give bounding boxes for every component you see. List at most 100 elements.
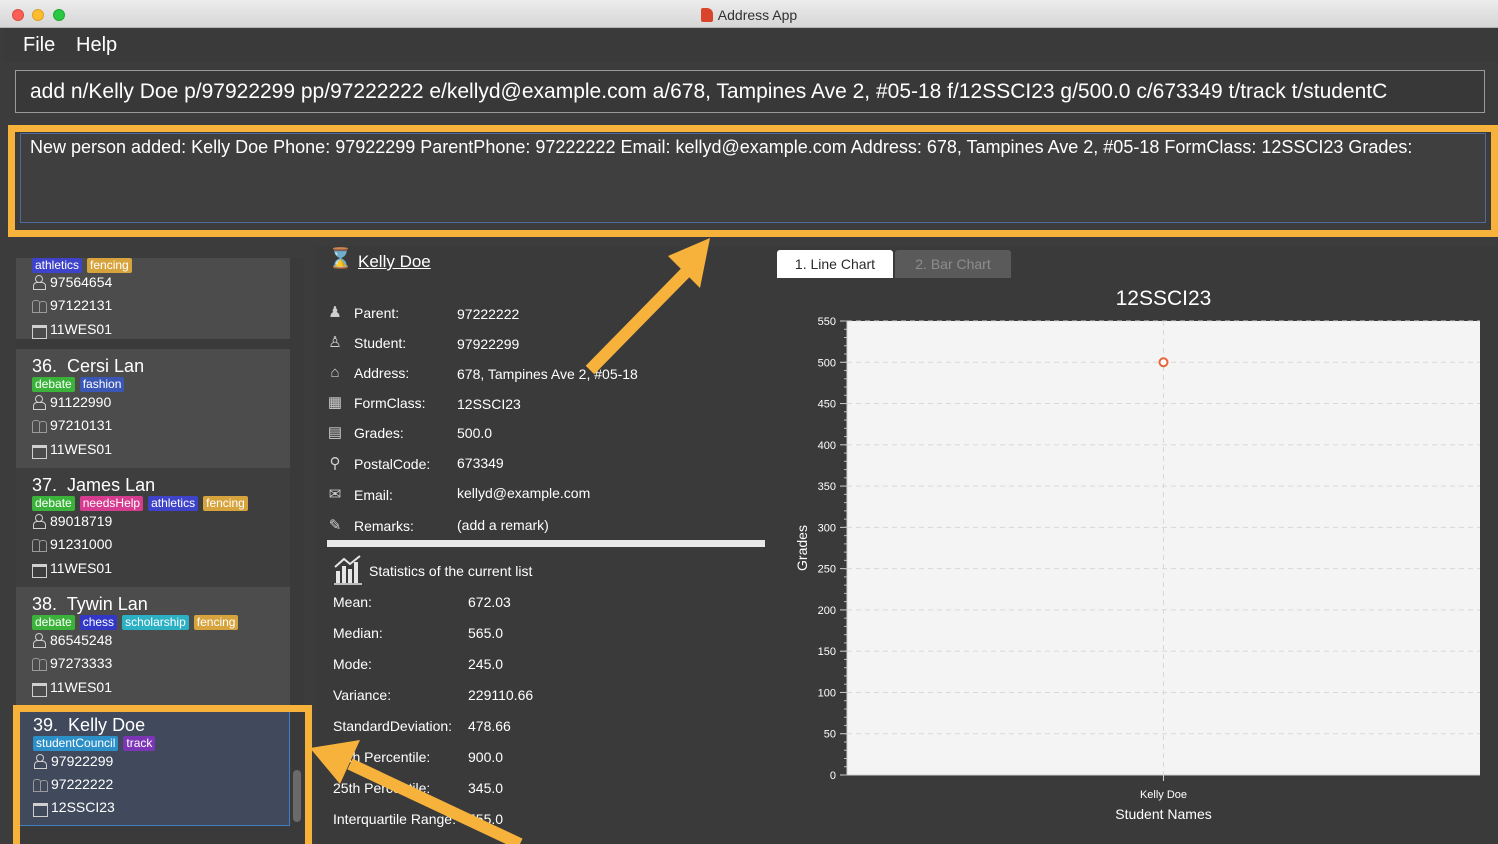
- class-icon: [32, 442, 47, 459]
- tab-line-chart[interactable]: 1. Line Chart: [777, 250, 893, 278]
- parent-phone-value: 97210131: [50, 417, 113, 433]
- command-input[interactable]: add n/Kelly Doe p/97922299 pp/97222222 e…: [15, 70, 1485, 113]
- p25-value: 345.0: [468, 780, 504, 796]
- sd-value: 478.66: [468, 718, 511, 734]
- detail-separator: [327, 540, 765, 547]
- parent-phone: 97210131: [32, 417, 112, 433]
- median-label: Median:: [333, 625, 383, 641]
- data-point: [1158, 357, 1169, 368]
- detail-person-name[interactable]: Kelly Doe: [358, 252, 431, 272]
- student-phone-value: 89018719: [50, 513, 113, 529]
- menu-file[interactable]: File: [23, 34, 55, 57]
- parent-phone-value: 97122131: [50, 297, 113, 313]
- person-card[interactable]: 37. James Lan debate needsHelp athletics…: [16, 468, 290, 587]
- home-icon: ⌂: [330, 364, 340, 381]
- student-phone-value: 86545248: [50, 632, 113, 648]
- remarks-label: Remarks:: [354, 518, 414, 534]
- tab-bar-chart[interactable]: 2. Bar Chart: [895, 250, 1011, 278]
- parent-icon: [33, 777, 48, 792]
- x-axis-label: Student Names: [1115, 806, 1212, 822]
- form-class: 12SSCI23: [33, 799, 115, 817]
- parent-label: Parent:: [354, 305, 400, 321]
- tag: debate: [32, 496, 75, 511]
- formclass-label: FormClass:: [354, 395, 426, 411]
- tag: debate: [32, 615, 75, 630]
- grades-value: 500.0: [457, 425, 493, 441]
- x-tick-label: Kelly Doe: [1140, 789, 1187, 801]
- p25-label: 25th Percentile:: [333, 780, 431, 796]
- address-label: Address:: [354, 365, 410, 381]
- menu-bar: File Help: [4, 28, 1498, 62]
- sd-label: StandardDeviation:: [333, 718, 453, 734]
- form-class-value: 11WES01: [50, 679, 112, 695]
- person-name-text: Cersi Lan: [67, 356, 145, 376]
- person-list-scrollbar-thumb[interactable]: [293, 770, 301, 822]
- form-class-value: 11WES01: [50, 441, 112, 457]
- y-tick-label: 100: [818, 687, 836, 699]
- form-class: 11WES01: [32, 441, 112, 459]
- person-card[interactable]: 38. Tywin Lan debate chess scholarship f…: [16, 587, 290, 706]
- person-name-text: James Lan: [67, 475, 156, 495]
- person-list[interactable]: athletics fencing 97564654 97122131 11WE…: [16, 258, 304, 844]
- result-display[interactable]: New person added: Kelly Doe Phone: 97922…: [20, 133, 1486, 223]
- person-name-text: Tywin Lan: [66, 594, 148, 614]
- mode-label: Mode:: [333, 656, 372, 672]
- parent-value: 97222222: [457, 306, 520, 322]
- person-name: 38. Tywin Lan: [32, 594, 148, 615]
- tag: fencing: [203, 496, 248, 511]
- class-icon: [33, 800, 48, 817]
- tag: fencing: [87, 258, 132, 273]
- class-icon: [32, 561, 47, 578]
- y-tick-label: 400: [818, 440, 836, 452]
- class-icon: ▦: [327, 394, 343, 411]
- remarks-value[interactable]: (add a remark): [457, 517, 549, 533]
- p75-label: 75th Percentile:: [333, 749, 431, 765]
- y-tick-label: 50: [824, 729, 836, 741]
- tag: track: [123, 736, 156, 751]
- parent-icon: [32, 298, 47, 313]
- student-phone: 91122990: [32, 394, 111, 410]
- variance-label: Variance:: [333, 687, 392, 703]
- window-title-text: Address App: [717, 7, 798, 23]
- person-index: 39.: [33, 715, 59, 735]
- p75-value: 900.0: [468, 749, 504, 765]
- tag: athletics: [32, 258, 83, 273]
- tag: fashion: [79, 377, 125, 392]
- person-card[interactable]: athletics fencing 97564654 97122131 11WE…: [16, 258, 290, 339]
- parent-icon: [32, 656, 47, 671]
- y-tick-label: 350: [818, 481, 836, 493]
- envelope-icon: ✉: [328, 486, 342, 503]
- hourglass-icon: ⌛: [328, 248, 353, 270]
- mean-label: Mean:: [333, 594, 372, 610]
- command-input-text: add n/Kelly Doe p/97922299 pp/97222222 e…: [30, 80, 1388, 103]
- y-tick-label: 550: [818, 316, 836, 328]
- person-index: 37.: [32, 475, 58, 495]
- student-value: 97922299: [457, 336, 520, 352]
- person-name: 36. Cersi Lan: [32, 356, 144, 377]
- y-tick-label: 150: [818, 646, 836, 658]
- variance-value: 229110.66: [468, 687, 534, 703]
- iqr-label: Interquartile Range:: [333, 811, 456, 827]
- window-title: Address App: [0, 7, 1498, 23]
- menu-help[interactable]: Help: [76, 34, 117, 57]
- form-class: 11WES01: [32, 679, 112, 697]
- person-card[interactable]: 36. Cersi Lan debate fashion 91122990 97…: [16, 349, 290, 468]
- parent-phone-value: 91231000: [50, 536, 113, 552]
- email-label: Email:: [354, 487, 393, 503]
- y-tick-label: 300: [818, 522, 836, 534]
- parent-phone: 97222222: [33, 776, 113, 792]
- mode-value: 245.0: [468, 656, 504, 672]
- parent-phone: 97273333: [32, 655, 112, 671]
- y-tick-label: 250: [818, 564, 836, 576]
- person-list-scrollbar[interactable]: [290, 258, 304, 844]
- student-phone: 97922299: [33, 753, 113, 769]
- chart-panel: 1. Line Chart 2. Bar Chart 12SSCI23 0 50 10…: [766, 246, 1498, 844]
- tag: chess: [79, 615, 118, 630]
- student-icon: [33, 754, 47, 769]
- student-icon: [32, 633, 46, 648]
- title-bar: Address App: [0, 0, 1498, 28]
- location-pin-icon: ⚲: [329, 455, 341, 472]
- person-card-selected[interactable]: 39. Kelly Doe studentCouncil track 97922…: [16, 710, 290, 826]
- form-class: 11WES01: [32, 321, 112, 339]
- iqr-value: 555.0: [468, 811, 504, 827]
